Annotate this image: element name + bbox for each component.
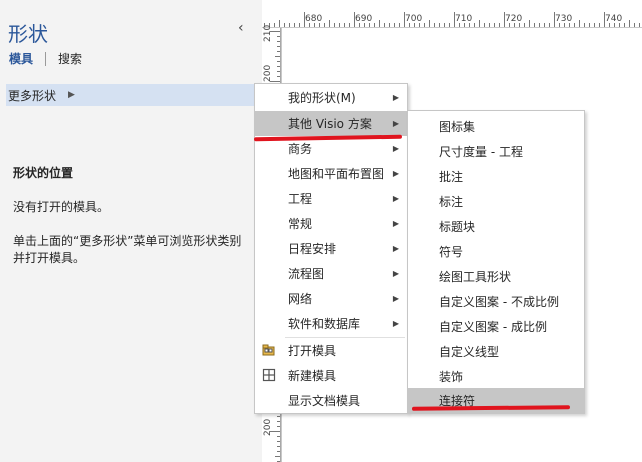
submenu-item-dimensioning-engineering[interactable]: 尺寸度量 - 工程 <box>408 139 584 164</box>
menu-item-my-shapes[interactable]: 我的形状(M) ▶ <box>255 85 407 110</box>
ruler-tick-label: 210 <box>263 24 273 42</box>
menu-item-label: 新建模具 <box>288 369 337 383</box>
shapes-location-heading: 形状的位置 <box>13 166 74 180</box>
submenu-arrow-icon: ▶ <box>392 319 399 328</box>
submenu-item-custom-patterns-unscaled[interactable]: 自定义图案 - 不成比例 <box>408 289 584 314</box>
submenu-item-title-blocks[interactable]: 标题块 <box>408 214 584 239</box>
menu-item-label: 图标集 <box>439 120 476 134</box>
menu-item-label: 尺寸度量 - 工程 <box>439 145 523 159</box>
more-shapes-hint: 单击上面的“更多形状”菜单可浏览形状类别并打开模具。 <box>13 234 242 265</box>
submenu-item-annotations[interactable]: 批注 <box>408 164 584 189</box>
menu-item-network[interactable]: 网络 ▶ <box>255 286 407 311</box>
menu-item-general[interactable]: 常规 ▶ <box>255 211 407 236</box>
ruler-tick-label: 200 <box>263 418 273 436</box>
submenu-item-drawing-tool-shapes[interactable]: 绘图工具形状 <box>408 264 584 289</box>
menu-item-label: 商务 <box>288 142 313 156</box>
ruler-tick-label: 680 <box>305 14 323 24</box>
tab-stencils[interactable]: 模具 <box>9 50 33 67</box>
menu-item-label: 工程 <box>288 192 313 206</box>
submenu-arrow-icon: ▶ <box>392 219 399 228</box>
pane-title: 形状 <box>8 22 48 46</box>
submenu-arrow-icon: ▶ <box>392 119 399 128</box>
submenu-arrow-icon: ▶ <box>392 244 399 253</box>
menu-item-label: 符号 <box>439 245 464 259</box>
menu-item-label: 我的形状(M) <box>288 91 356 105</box>
menu-item-label: 自定义图案 - 成比例 <box>439 320 547 334</box>
submenu-arrow-icon: ▶ <box>392 169 399 178</box>
menu-item-new-stencil[interactable]: 新建模具 <box>255 363 407 388</box>
menu-item-other-visio-solutions[interactable]: 其他 Visio 方案 ▶ <box>255 111 407 136</box>
menu-item-label: 其他 Visio 方案 <box>288 117 372 131</box>
menu-item-label: 绘图工具形状 <box>439 270 512 284</box>
menu-item-flowchart[interactable]: 流程图 ▶ <box>255 261 407 286</box>
menu-item-engineering[interactable]: 工程 ▶ <box>255 186 407 211</box>
menu-item-label: 打开模具 <box>288 344 337 358</box>
no-stencils-text: 没有打开的模具。 <box>13 200 110 214</box>
pane-tabs: 模具 搜索 <box>9 50 82 67</box>
submenu-arrow-icon: ▶ <box>392 93 399 102</box>
submenu-item-callouts[interactable]: 标注 <box>408 189 584 214</box>
chevron-right-icon: ▶ <box>68 90 75 100</box>
submenu-item-custom-line-patterns[interactable]: 自定义线型 <box>408 339 584 364</box>
submenu-item-borders-titles[interactable]: 装饰 <box>408 364 584 389</box>
other-visio-solutions-submenu: 图标集 尺寸度量 - 工程 批注 标注 标题块 符号 绘图工具形状 自定义图案 … <box>407 110 585 414</box>
open-folder-icon <box>262 343 276 357</box>
submenu-item-symbols[interactable]: 符号 <box>408 239 584 264</box>
ruler-tick-label: 710 <box>455 14 473 24</box>
menu-item-show-document-stencil[interactable]: 显示文档模具 <box>255 388 407 413</box>
shapes-pane: 形状 ‹ 模具 搜索 更多形状 ▶ 形状的位置 没有打开的模具。 单击上面的“更… <box>0 0 262 462</box>
ruler-tick-label: 730 <box>555 14 573 24</box>
menu-item-label: 流程图 <box>288 267 325 281</box>
ruler-tick-label: 200 <box>263 64 273 82</box>
horizontal-ruler: 680 690 700 710 720 730 740 <box>262 0 642 28</box>
menu-item-label: 自定义线型 <box>439 345 500 359</box>
submenu-item-custom-patterns-scaled[interactable]: 自定义图案 - 成比例 <box>408 314 584 339</box>
tab-divider <box>45 51 47 66</box>
submenu-arrow-icon: ▶ <box>392 269 399 278</box>
submenu-arrow-icon: ▶ <box>392 144 399 153</box>
menu-item-label: 地图和平面布置图 <box>288 167 385 181</box>
ruler-tick-label: 690 <box>355 14 373 24</box>
menu-item-open-stencil[interactable]: 打开模具 <box>255 338 407 363</box>
ruler-tick-label: 720 <box>505 14 523 24</box>
submenu-arrow-icon: ▶ <box>392 294 399 303</box>
submenu-item-icon-sets[interactable]: 图标集 <box>408 114 584 139</box>
menu-item-label: 软件和数据库 <box>288 317 361 331</box>
menu-item-label: 标注 <box>439 195 464 209</box>
menu-item-label: 标题块 <box>439 220 476 234</box>
ruler-tick-label: 700 <box>405 14 423 24</box>
menu-item-software-database[interactable]: 软件和数据库 ▶ <box>255 311 407 336</box>
submenu-arrow-icon: ▶ <box>392 194 399 203</box>
menu-item-label: 网络 <box>288 292 313 306</box>
menu-item-label: 批注 <box>439 170 464 184</box>
tab-search[interactable]: 搜索 <box>58 50 82 67</box>
menu-item-label: 常规 <box>288 217 313 231</box>
menu-item-maps-floor-plans[interactable]: 地图和平面布置图 ▶ <box>255 161 407 186</box>
menu-item-label: 装饰 <box>439 370 464 384</box>
more-shapes-label: 更多形状 <box>8 88 57 103</box>
menu-item-label: 日程安排 <box>288 242 337 256</box>
more-shapes-button[interactable]: 更多形状 ▶ <box>6 84 254 106</box>
menu-item-label: 自定义图案 - 不成比例 <box>439 295 559 309</box>
menu-item-label: 显示文档模具 <box>288 394 361 408</box>
menu-item-schedule[interactable]: 日程安排 ▶ <box>255 236 407 261</box>
ruler-tick-label: 740 <box>605 14 623 24</box>
grid-icon <box>262 368 276 382</box>
more-shapes-menu: 我的形状(M) ▶ 其他 Visio 方案 ▶ 商务 ▶ 地图和平面布置图 ▶ … <box>254 83 408 414</box>
collapse-pane-button[interactable]: ‹ <box>238 20 244 36</box>
